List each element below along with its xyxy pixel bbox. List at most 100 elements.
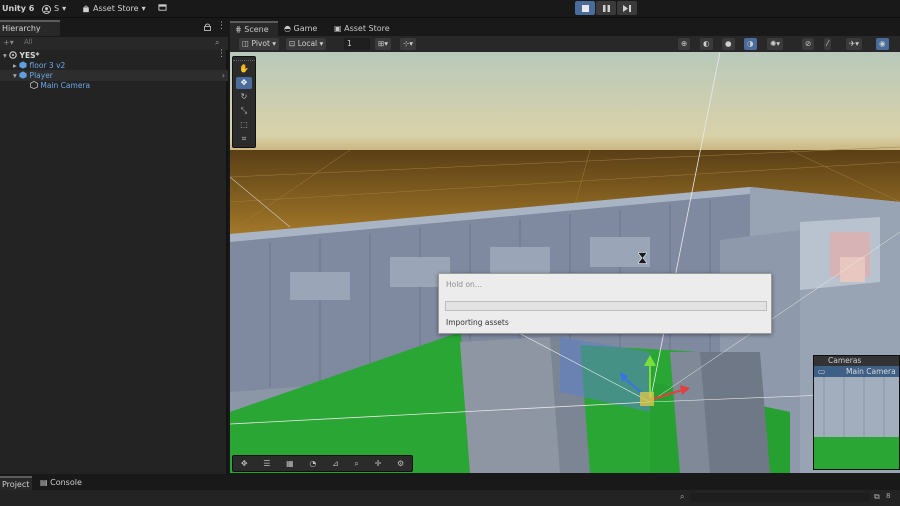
local-dropdown[interactable]: ⊡ Local ▾ [286,38,327,50]
audio-toggle[interactable]: ⊘ [802,38,815,50]
tab-asset-store[interactable]: ▣ Asset Store [334,21,390,36]
lock-icon[interactable] [204,23,211,33]
search-icon[interactable]: ⌕ [215,38,219,48]
tab-game[interactable]: ◓ Game [284,21,317,36]
hourglass-cursor-icon [638,252,647,264]
bottom-tab-bar: Project ▤ Console [0,474,900,490]
grid-snap-value-field[interactable]: 1 [344,38,370,50]
scene-name: YES* [19,51,40,60]
filter-icon[interactable]: ⧉ [874,492,880,502]
lightbulb-icon: ✺▾ [770,39,781,48]
hierarchy-tab-label: Hierarchy [2,24,41,33]
pause-button[interactable] [596,1,616,15]
scene-visibility-button[interactable]: ◉ [876,38,889,50]
search-icon[interactable]: ⌕ [680,492,684,502]
scene-more-icon[interactable]: ⋮ [217,49,226,59]
local-space-icon: ⊡ [289,39,296,48]
cloud-icon[interactable] [158,3,167,15]
hierarchy-item-label: Main Camera [40,81,91,90]
rect-tool-icon[interactable]: ⬚ [236,119,252,131]
camera-selector[interactable]: ▭ Main Camera [814,366,899,377]
gizmo-center-button[interactable]: ⊕ [678,38,691,50]
scene-toolbar: ◫ Pivot ▾ ⊡ Local ▾ 1 ⊞▾ ⊹▾ ⊕ ◐ ● ◑ ✺▾ ⊘… [230,36,900,52]
tab-label: Project [2,480,30,489]
shading-shaded-button[interactable]: ● [722,38,735,50]
gizmos-dropdown[interactable]: ✈▾ [846,38,863,50]
bottom-tools-overlay: ✥ ☰ ▦ ◔ ⊿ ⌕ ✛ ⚙ [232,455,413,472]
account-menu[interactable]: S ▾ [42,3,66,15]
eye-icon: ◉ [879,39,886,48]
prefab-cube-icon [19,61,27,69]
effects-toggle[interactable]: ⁄ [824,38,832,50]
dialog-message: Importing assets [446,318,509,327]
tab-hierarchy[interactable]: Hierarchy [0,20,60,36]
rotate-tool-icon[interactable]: ↻ [236,91,252,103]
hierarchy-item-label: Player [29,71,53,80]
camera-overlay-title: Cameras [828,356,862,365]
shading-wireframe-button[interactable]: ◐ [700,38,713,50]
scene-viewport[interactable] [230,52,900,473]
selected-camera-label: Main Camera [846,367,896,376]
add-icon[interactable]: +▾ [3,38,14,47]
chevron-down-icon: ▾ [62,4,67,13]
transform-tool-icon[interactable]: ⌗ [236,133,252,145]
tab-scene[interactable]: ⋕ Scene [230,21,278,36]
grid-visibility-button[interactable]: ⊞▾ [375,38,392,50]
overlay-drag-handle[interactable] [233,57,255,61]
wireframe-sphere-icon: ◐ [703,39,710,48]
lit-sphere-icon: ◑ [747,39,754,48]
zoom-icon[interactable]: ⌕ [354,459,358,469]
transform-tools-overlay: ✋ ✥ ↻ ⤡ ⬚ ⌗ [232,56,256,148]
pivot-label: Pivot [251,39,270,48]
camera-preview-overlay: Cameras ▭ Main Camera [813,355,900,470]
hierarchy-search-row: +▾ All ⌕ [0,37,228,50]
settings-tool-icon[interactable]: ⚙ [397,459,404,468]
snap-settings-button[interactable]: ⊹▾ [400,38,417,50]
grid-tool-icon[interactable]: ▦ [286,459,294,468]
audio-mute-icon: ⊘ [805,39,812,48]
tab-project[interactable]: Project [0,476,32,490]
chevron-right-icon[interactable]: › [222,70,225,81]
console-icon: ▤ [40,478,48,487]
play-stop-button[interactable] [575,1,595,15]
collapse-arrow-icon: ▸ [13,61,17,70]
asset-store-label: Asset Store [93,4,139,13]
gizmos-icon: ✈▾ [849,39,860,48]
camera-overlay-header[interactable]: Cameras [814,356,899,366]
shaded-sphere-icon: ● [725,39,732,48]
more-options-icon[interactable]: ⋮ [217,21,226,31]
expand-arrow-icon: ▾ [3,51,7,60]
lighting-toggle[interactable]: ✺▾ [767,38,784,50]
grid-icon: ⊞▾ [378,39,389,48]
pivot-icon: ◫ [242,39,250,48]
chevron-down-icon: ▾ [141,4,146,13]
layers-tool-icon[interactable]: ⊿ [332,459,339,468]
scene-tab-bar: ⋕ Scene ◓ Game ▣ Asset Store [230,18,900,36]
chevron-down-icon: ▾ [272,39,277,48]
crosshair-icon: ⊕ [681,39,688,48]
project-search-input[interactable] [690,493,870,502]
align-tool-icon[interactable]: ☰ [263,459,270,468]
shading-lit-button[interactable]: ◑ [744,38,757,50]
tab-console[interactable]: ▤ Console [40,476,82,490]
hierarchy-search-input[interactable]: All [24,38,33,46]
stop-icon [581,4,589,12]
scene-grid-icon: ⋕ [235,25,242,34]
unity-scene-icon [9,51,17,59]
scale-tool-icon[interactable]: ⤡ [236,105,252,117]
hidden-packages-badge[interactable]: 8 [886,492,890,500]
camera-preview-render [814,377,899,469]
move-handle-icon[interactable]: ✥ [241,459,248,468]
hierarchy-row-main-camera[interactable]: Main Camera [30,80,90,91]
orbit-tool-icon[interactable]: ◔ [309,459,316,468]
hand-tool-icon[interactable]: ✋ [236,63,252,75]
pan-tool-icon[interactable]: ✛ [375,459,382,468]
pivot-dropdown[interactable]: ◫ Pivot ▾ [239,38,280,50]
step-button[interactable] [617,1,637,15]
gamepad-icon: ◓ [284,24,291,33]
tab-label: Asset Store [344,24,390,33]
asset-store-menu[interactable]: Asset Store ▾ [82,3,146,15]
move-tool-icon[interactable]: ✥ [236,77,252,89]
scene-render [230,52,900,473]
shopping-bag-icon: ▣ [334,24,342,33]
